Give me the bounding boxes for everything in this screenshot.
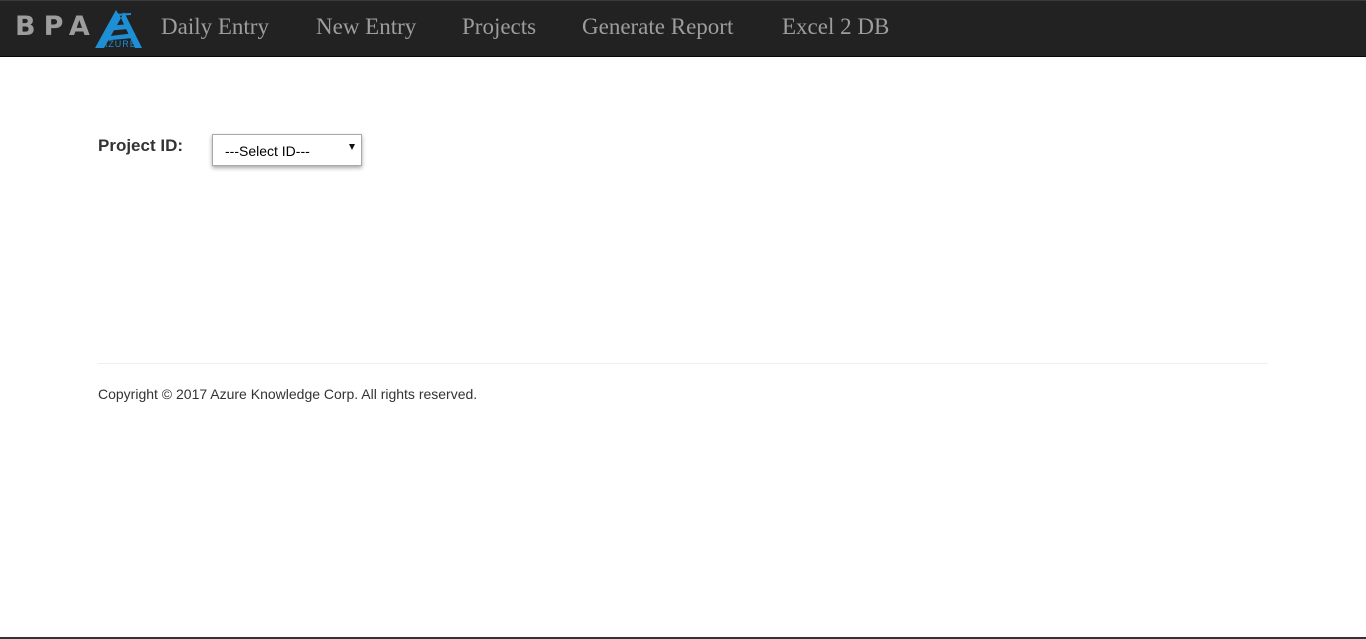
top-navbar: BPA AZURE Daily Entry New Entry Projects…	[0, 0, 1366, 57]
footer-copyright: Copyright © 2017 Azure Knowledge Corp. A…	[98, 386, 478, 402]
project-id-select[interactable]: ---Select ID---	[212, 134, 362, 166]
project-id-select-value: ---Select ID---	[225, 143, 310, 159]
footer-divider	[98, 363, 1268, 364]
nav-projects[interactable]: Projects	[462, 13, 536, 41]
nav-daily-entry[interactable]: Daily Entry	[161, 13, 269, 41]
azure-logo-word: AZURE	[101, 39, 137, 49]
nav-generate-report[interactable]: Generate Report	[582, 13, 733, 41]
project-id-label: Project ID:	[98, 136, 184, 155]
brand-name[interactable]: BPA	[15, 11, 98, 43]
dropdown-arrow-icon	[349, 144, 355, 150]
nav-new-entry[interactable]: New Entry	[316, 13, 416, 41]
nav-excel-2-db[interactable]: Excel 2 DB	[782, 13, 889, 41]
